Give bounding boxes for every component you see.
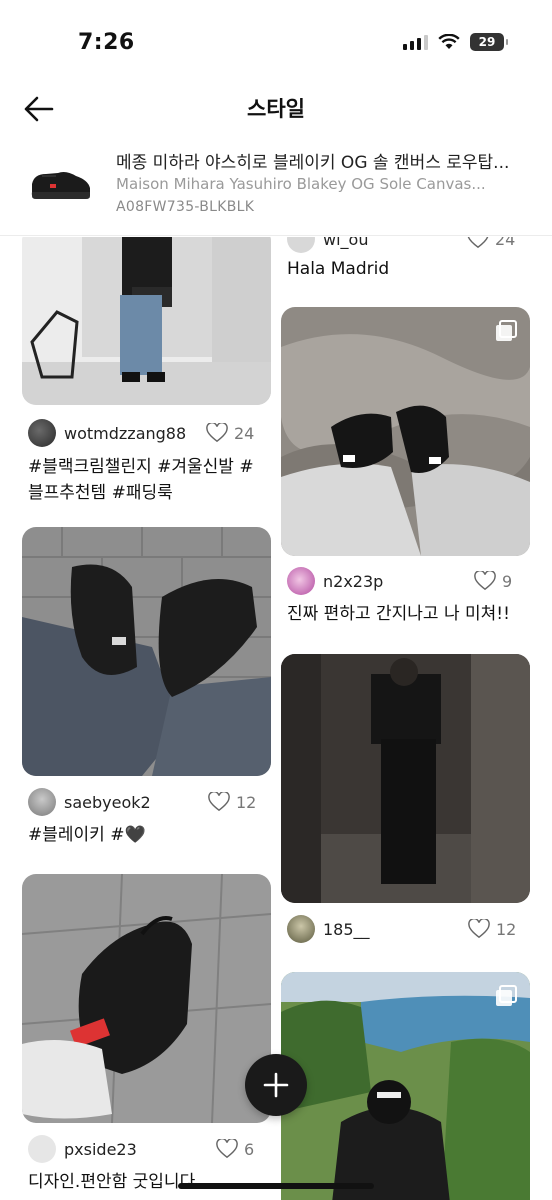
heart-icon — [468, 919, 490, 939]
post-caption: 진짜 편하고 간지나고 나 미쳐!! — [287, 601, 537, 627]
product-summary[interactable]: 메종 미하라 야스히로 블레이키 OG 솔 캔버스 로우탑... Maison … — [0, 140, 552, 236]
status-bar: 7:26 29 — [0, 0, 552, 84]
post-image[interactable] — [281, 654, 530, 903]
multiple-images-icon — [496, 320, 517, 341]
plus-icon — [263, 1072, 289, 1098]
post-author[interactable]: saebyeok2 — [28, 786, 151, 818]
like-count: 24 — [234, 423, 255, 443]
avatar — [28, 419, 56, 447]
post-image[interactable] — [22, 527, 271, 776]
add-post-button[interactable] — [245, 1054, 307, 1116]
caption-line: 디자인.편안함 굿입니다 — [28, 1172, 196, 1192]
product-name-en: Maison Mihara Yasuhiro Blakey OG Sole Ca… — [116, 175, 486, 193]
product-name-ko: 메종 미하라 야스히로 블레이키 OG 솔 캔버스 로우탑... — [116, 153, 510, 173]
caption-line: #블랙크림챌린지 #겨울신발 # — [28, 457, 254, 477]
post-author[interactable]: n2x23p — [287, 565, 383, 597]
post-caption: #블랙크림챌린지 #겨울신발 # 블프추천템 #패딩룩 — [28, 454, 258, 506]
heart-icon — [216, 1139, 238, 1159]
post-author[interactable]: 185__ — [287, 913, 370, 945]
post-image[interactable] — [22, 237, 271, 405]
avatar — [28, 1135, 56, 1163]
like-button[interactable]: 9 — [474, 565, 512, 597]
like-button[interactable]: 12 — [208, 786, 256, 818]
caption-line: Hala Madrid — [287, 259, 390, 279]
post-image[interactable] — [281, 307, 530, 556]
post-caption: Hala Madrid — [287, 256, 527, 282]
post-caption: #블레이키 #🖤 — [28, 822, 258, 848]
avatar — [287, 567, 315, 595]
home-indicator — [178, 1183, 374, 1189]
avatar — [287, 915, 315, 943]
battery-icon: 29 — [470, 33, 508, 51]
header: 스타일 — [0, 84, 552, 132]
like-button[interactable]: 6 — [216, 1133, 254, 1165]
heart-icon — [474, 571, 496, 591]
caption-line: 진짜 편하고 간지나고 나 미쳐!! — [287, 604, 510, 624]
like-count: 6 — [244, 1139, 255, 1159]
like-count: 12 — [496, 919, 517, 939]
wifi-icon — [438, 34, 460, 49]
username: pxside23 — [64, 1139, 137, 1159]
post-caption: 디자인.편안함 굿입니다 — [28, 1169, 268, 1195]
post-author[interactable]: wotmdzzang88 — [28, 417, 186, 449]
like-count: 24 — [495, 237, 516, 249]
username: wotmdzzang88 — [64, 423, 187, 443]
like-count: 12 — [236, 792, 257, 812]
product-code: A08FW735-BLKBLK — [116, 199, 255, 215]
like-button[interactable]: 12 — [468, 913, 516, 945]
avatar — [287, 237, 315, 253]
heart-icon — [467, 237, 489, 249]
username: 185__ — [323, 919, 370, 939]
product-thumbnail — [31, 172, 90, 199]
post-author[interactable]: wl_ou — [287, 237, 368, 255]
username: n2x23p — [323, 571, 384, 591]
like-button[interactable]: 24 — [467, 237, 515, 255]
page-title: 스타일 — [247, 97, 305, 121]
post-image[interactable] — [281, 972, 530, 1200]
cellular-signal-icon — [403, 34, 428, 50]
status-icons: 29 — [403, 33, 508, 51]
caption-line: #블레이키 #🖤 — [28, 825, 146, 845]
caption-line: 블프추천템 #패딩룩 — [28, 483, 173, 503]
username: wl_ou — [323, 237, 369, 249]
post-author[interactable]: pxside23 — [28, 1133, 137, 1165]
heart-icon — [208, 792, 230, 812]
username: saebyeok2 — [64, 792, 151, 812]
multiple-images-icon — [496, 985, 517, 1006]
status-time: 7:26 — [78, 30, 135, 55]
like-count: 9 — [502, 571, 513, 591]
heart-icon — [206, 423, 228, 443]
avatar — [28, 788, 56, 816]
like-button[interactable]: 24 — [206, 417, 254, 449]
post-image[interactable] — [22, 874, 271, 1123]
